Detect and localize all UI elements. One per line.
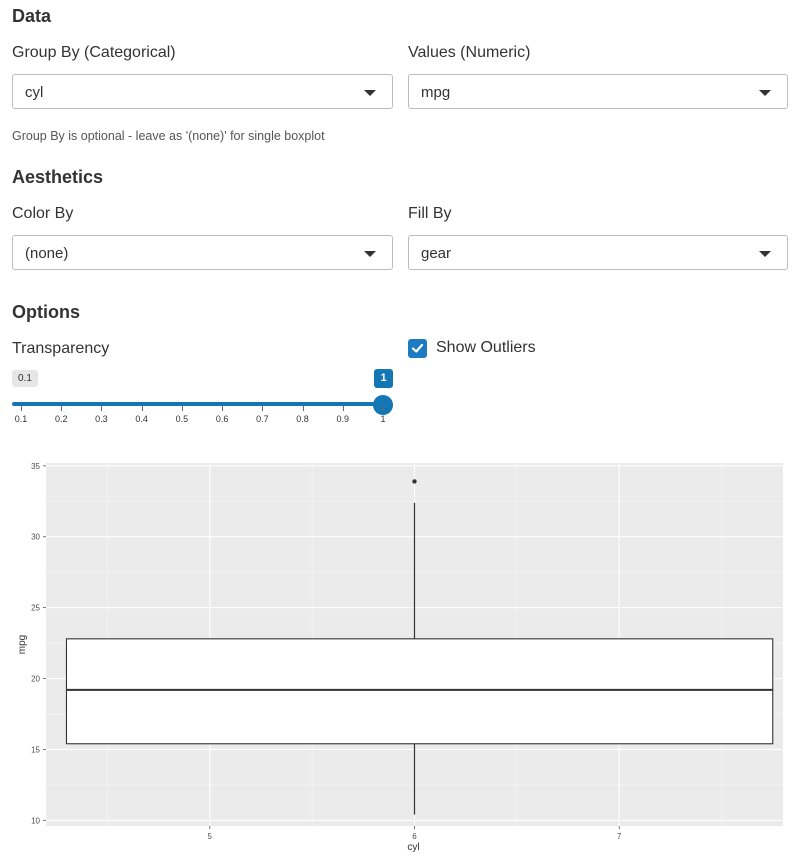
box-iqr — [65, 638, 774, 745]
values-value: mpg — [421, 84, 451, 101]
x-axis-title: cyl — [407, 842, 419, 853]
x-tick-label: 5 — [208, 832, 213, 841]
values-select[interactable]: mpg — [408, 74, 788, 109]
show-outliers-checkbox[interactable] — [408, 339, 427, 358]
slider-tick-label: 0.7 — [256, 414, 269, 424]
slider-tick-label: 0.8 — [296, 414, 309, 424]
slider-tick-label: 0.3 — [95, 414, 108, 424]
slider-tick-label: 0.6 — [215, 414, 229, 424]
slider-tick-label: 1 — [380, 414, 386, 424]
x-tick-label: 7 — [617, 832, 622, 841]
chevron-down-icon — [759, 90, 771, 96]
slider-tick-label: 0.5 — [175, 414, 189, 424]
transparency-slider-track[interactable] — [12, 402, 383, 406]
fill-by-label: Fill By — [408, 205, 452, 222]
outlier-point — [412, 479, 417, 484]
y-tick-label: 20 — [31, 675, 40, 684]
group-by-help-text: Group By is optional - leave as '(none)'… — [12, 129, 325, 143]
slider-value-badge: 1 — [374, 369, 393, 388]
options-section-title: Options — [12, 302, 80, 322]
slider-tick — [222, 406, 224, 411]
slider-tick — [342, 406, 344, 411]
y-tick-label: 25 — [31, 604, 40, 613]
y-tick-label: 15 — [31, 745, 40, 754]
show-outliers-label: Show Outliers — [436, 339, 536, 356]
slider-tick-label: 0.2 — [54, 414, 68, 424]
slider-tick — [21, 406, 22, 411]
chevron-down-icon — [364, 251, 376, 257]
slider-tick — [181, 406, 183, 411]
slider-tick — [101, 406, 103, 411]
slider-tick — [262, 406, 264, 411]
transparency-label: Transparency — [12, 340, 110, 357]
slider-min-badge: 0.1 — [12, 370, 38, 387]
group-by-value: cyl — [25, 84, 44, 101]
slider-tick — [141, 406, 143, 411]
chevron-down-icon — [364, 90, 376, 96]
x-tick-label: 6 — [412, 832, 417, 841]
slider-tick-label: 0.4 — [135, 414, 148, 424]
boxplot-chart: 10 15 20 25 30 35 5 6 7 cyl mpg — [17, 462, 783, 853]
slider-tick-label: 0.1 — [14, 414, 28, 424]
fill-by-select[interactable]: gear — [408, 235, 788, 270]
values-label: Values (Numeric) — [408, 44, 531, 61]
checkmark-icon — [411, 343, 424, 353]
slider-tick — [383, 406, 384, 411]
fill-by-value: gear — [421, 245, 452, 262]
slider-tick-label: 0.9 — [336, 414, 350, 424]
y-tick-label: 30 — [31, 533, 40, 542]
slider-tick — [302, 406, 304, 411]
group-by-label: Group By (Categorical) — [12, 44, 176, 61]
color-by-select[interactable]: (none) — [12, 235, 393, 270]
transparency-slider-handle[interactable] — [373, 395, 393, 415]
group-by-select[interactable]: cyl — [12, 74, 393, 109]
slider-tick — [61, 406, 63, 411]
y-axis-title: mpg — [17, 635, 28, 654]
chevron-down-icon — [759, 251, 771, 257]
y-tick-label: 10 — [31, 816, 40, 825]
data-section-title: Data — [12, 6, 52, 26]
color-by-value: (none) — [25, 245, 69, 262]
aesthetics-section-title: Aesthetics — [12, 167, 104, 187]
color-by-label: Color By — [12, 205, 74, 222]
y-tick-label: 35 — [31, 462, 40, 471]
